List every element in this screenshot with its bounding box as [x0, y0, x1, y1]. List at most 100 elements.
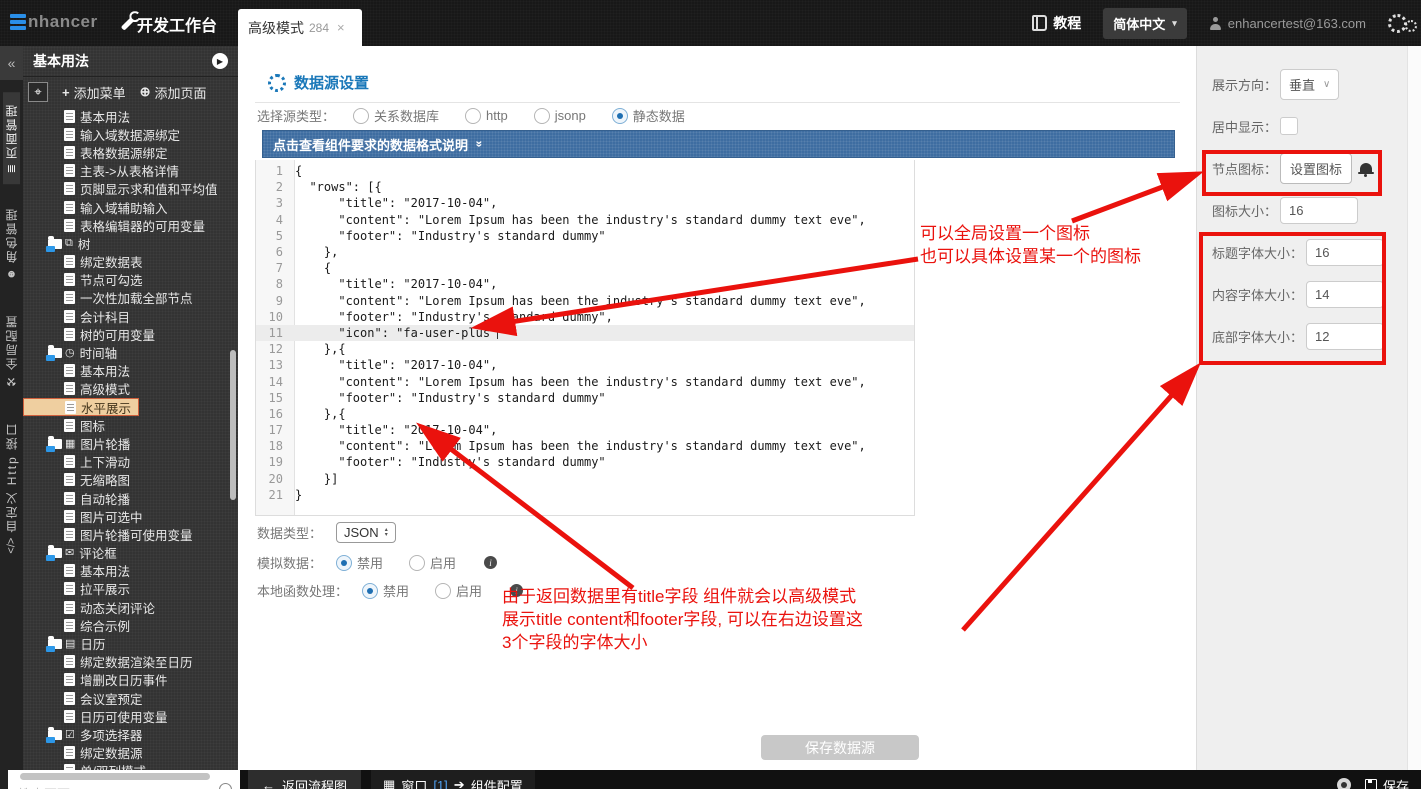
sidebar-item[interactable]: ▤日历	[23, 634, 238, 652]
code-line[interactable]: 18 "content": "Lorem Ipsum has been the …	[256, 438, 914, 454]
page-scrollbar-track[interactable]	[1407, 46, 1421, 770]
rail-tab-custom-http-api[interactable]: </>自定义 Http 接口	[3, 411, 20, 565]
code-line[interactable]: 8 "title": "2017-10-04",	[256, 276, 914, 292]
code-editor[interactable]: 1{2 "rows": [{3 "title": "2017-10-04",4 …	[255, 160, 915, 516]
search-input[interactable]: 搜索页面	[18, 784, 70, 789]
sidebar-item[interactable]: 表格编辑器的可用变量	[23, 216, 238, 234]
code-line[interactable]: 19 "footer": "Industry's standard dummy"	[256, 454, 914, 470]
sidebar-item[interactable]: 表格数据源绑定	[23, 143, 238, 161]
code-line[interactable]: 10 "footer": "Industry's standard dummy"…	[256, 309, 914, 325]
center-display-checkbox[interactable]	[1280, 117, 1298, 135]
sidebar-item[interactable]: 节点可勾选	[23, 271, 238, 289]
code-line[interactable]: 16 },{	[256, 406, 914, 422]
radio-option[interactable]: 启用	[409, 553, 456, 572]
code-line[interactable]: 4 "content": "Lorem Ipsum has been the i…	[256, 212, 914, 228]
code-line[interactable]: 2 "rows": [{	[256, 179, 914, 195]
code-line[interactable]: 1{	[256, 163, 914, 179]
sidebar-item[interactable]: 图片可选中	[23, 507, 238, 525]
radio-option[interactable]: 静态数据	[612, 106, 685, 125]
sidebar-item[interactable]: ✉评论框	[23, 544, 238, 562]
sidebar-item[interactable]: 输入域辅助输入	[23, 198, 238, 216]
sidebar-item[interactable]: 绑定数据表	[23, 253, 238, 271]
sidebar-item[interactable]: 基本用法	[23, 107, 238, 125]
code-line[interactable]: 17 "title": "2017-10-04",	[256, 422, 914, 438]
locate-page-button[interactable]: ⌖	[28, 82, 48, 102]
code-line[interactable]: 14 "content": "Lorem Ipsum has been the …	[256, 373, 914, 389]
sidebar-item[interactable]: 无缩略图	[23, 471, 238, 489]
sidebar-horizontal-scrollbar[interactable]	[20, 773, 210, 780]
save-datasource-button[interactable]: 保存数据源	[761, 735, 919, 760]
sidebar-item[interactable]: 基本用法	[23, 362, 238, 380]
code-line[interactable]: 6 },	[256, 244, 914, 260]
title-font-size-input[interactable]: 16	[1306, 239, 1384, 266]
sidebar-item[interactable]: 上下滑动	[23, 453, 238, 471]
save-button[interactable]: 保存	[1365, 776, 1409, 789]
app-logo[interactable]: nhancer	[10, 12, 98, 32]
sidebar-item[interactable]: 动态关闭评论	[23, 598, 238, 616]
sidebar-item[interactable]: 页脚显示求和值和平均值	[23, 180, 238, 198]
tab-close-icon[interactable]: ×	[337, 20, 345, 35]
sidebar-item[interactable]: 图片轮播可使用变量	[23, 525, 238, 543]
sidebar-item[interactable]: 单/双列模式	[23, 762, 238, 770]
play-circle-icon[interactable]: ▶	[212, 53, 228, 69]
sidebar-item[interactable]: 会计科目	[23, 307, 238, 325]
sidebar-item[interactable]: 树的可用变量	[23, 325, 238, 343]
sidebar-item[interactable]: 输入域数据源绑定	[23, 125, 238, 143]
back-to-flowchart-button[interactable]: ← 返回流程图	[248, 770, 361, 789]
node-icon-button[interactable]: 设置图标	[1280, 153, 1352, 184]
sidebar-item[interactable]: ◷时间轴	[23, 343, 238, 361]
radio-option[interactable]: jsonp	[534, 108, 586, 124]
sidebar-item[interactable]: 绑定数据渲染至日历	[23, 653, 238, 671]
sidebar-item[interactable]: 图标	[23, 416, 238, 434]
sidebar-vertical-scrollbar[interactable]	[230, 350, 236, 500]
collapse-sidebar-button[interactable]: «	[0, 46, 23, 80]
sidebar-item[interactable]: 一次性加载全部节点	[23, 289, 238, 307]
sidebar-item[interactable]: ☑多项选择器	[23, 725, 238, 743]
sidebar-item[interactable]: 日历可使用变量	[23, 707, 238, 725]
rail-tab-role-management[interactable]: ☻角色管理	[3, 196, 20, 291]
content-font-size-input[interactable]: 14	[1306, 281, 1384, 308]
account-menu[interactable]: enhancertest@163.com	[1209, 16, 1366, 31]
language-dropdown[interactable]: 简体中文 ▾	[1103, 8, 1187, 39]
radio-option[interactable]: 启用	[435, 581, 482, 600]
sidebar-item[interactable]: 自动轮播	[23, 489, 238, 507]
sidebar-item[interactable]: ▦图片轮播	[23, 434, 238, 452]
footer-font-size-input[interactable]: 12	[1306, 323, 1384, 350]
sidebar-item[interactable]: ⧉树	[23, 234, 238, 252]
code-line[interactable]: 21}	[256, 487, 914, 503]
sidebar-item[interactable]: 高级模式	[23, 380, 238, 398]
sidebar-item[interactable]: 增删改日历事件	[23, 671, 238, 689]
code-line[interactable]: 9 "content": "Lorem Ipsum has been the i…	[256, 293, 914, 309]
code-line[interactable]: 3 "title": "2017-10-04",	[256, 195, 914, 211]
icon-size-input[interactable]: 16	[1280, 197, 1358, 224]
code-line[interactable]: 15 "footer": "Industry's standard dummy"	[256, 390, 914, 406]
code-line[interactable]: 7 {	[256, 260, 914, 276]
info-icon[interactable]: i	[484, 556, 497, 569]
code-line[interactable]: 20 }]	[256, 471, 914, 487]
code-line[interactable]: 5 "footer": "Industry's standard dummy"	[256, 228, 914, 244]
sidebar-item[interactable]: 水平展示	[23, 398, 139, 416]
code-line[interactable]: 12 },{	[256, 341, 914, 357]
settings-button[interactable]	[1388, 14, 1417, 33]
rail-tab-global-config[interactable]: ⚒全局配置	[3, 303, 20, 399]
window-component-config-tab[interactable]: ▦ 窗口 [1] ➔ 组件配置	[371, 770, 535, 789]
status-icon[interactable]	[1337, 778, 1351, 789]
rail-tab-page-management[interactable]: ≣页面管理	[3, 92, 20, 184]
code-line[interactable]: 13 "title": "2017-10-04",	[256, 357, 914, 373]
radio-option[interactable]: 关系数据库	[353, 106, 439, 125]
sidebar-item[interactable]: 绑定数据源	[23, 744, 238, 762]
radio-option[interactable]: http	[465, 108, 508, 124]
sidebar-item[interactable]: 主表->从表格详情	[23, 162, 238, 180]
code-line[interactable]: 11 "icon": "fa-user-plus"	[256, 325, 914, 341]
data-format-banner[interactable]: 点击查看组件要求的数据格式说明 »	[262, 130, 1175, 158]
sidebar-item[interactable]: 拉平展示	[23, 580, 238, 598]
data-type-select[interactable]: JSON ▴▾	[336, 522, 396, 543]
sidebar-item[interactable]: 会议室预定	[23, 689, 238, 707]
add-menu-button[interactable]: + 添加菜单	[62, 83, 126, 102]
radio-option[interactable]: 禁用	[336, 553, 383, 572]
tab-advanced-mode[interactable]: 高级模式 284 ×	[238, 9, 362, 46]
tutorial-link[interactable]: 教程	[1032, 13, 1081, 33]
sidebar-item[interactable]: 综合示例	[23, 616, 238, 634]
radio-option[interactable]: 禁用	[362, 581, 409, 600]
display-direction-select[interactable]: 垂直∨	[1280, 69, 1339, 100]
